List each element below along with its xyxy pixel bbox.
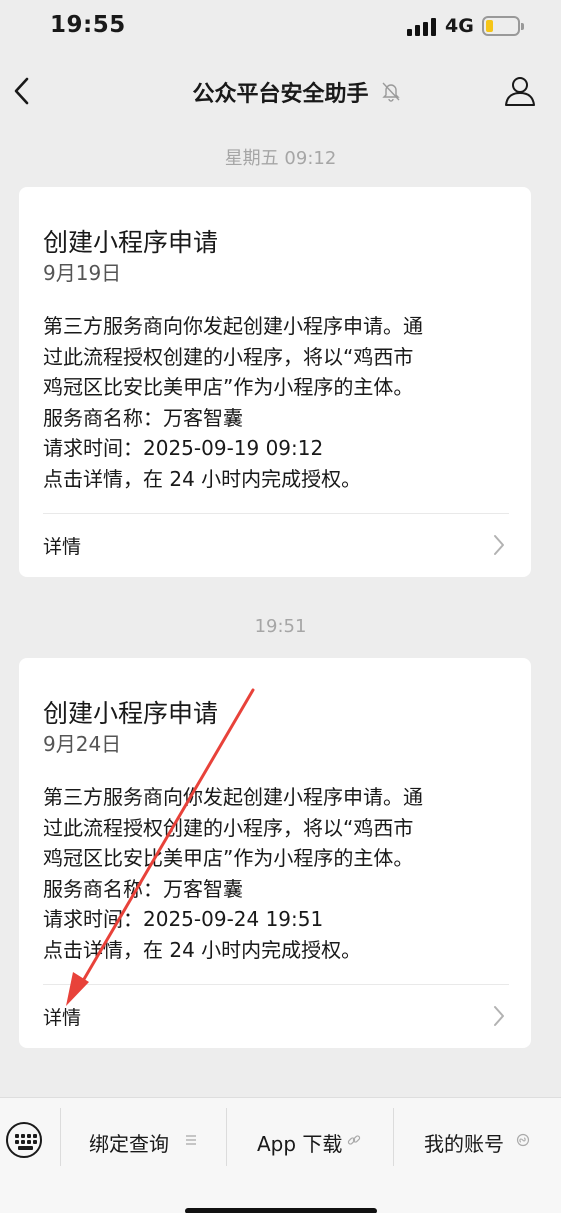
link-icon: [347, 1135, 361, 1145]
body-line: 服务商名称：万客智囊: [43, 876, 243, 901]
card-body: 第三方服务商向你发起创建小程序申请。通 过此流程授权创建的小程序，将以“鸡西市 …: [43, 311, 513, 494]
menu-item-binding-query[interactable]: 绑定查询: [60, 1108, 226, 1168]
detail-link[interactable]: 详情: [19, 514, 531, 576]
chevron-right-icon: [494, 1006, 504, 1026]
detail-label: 详情: [43, 1007, 82, 1029]
profile-icon[interactable]: [503, 74, 537, 108]
network-type: 4G: [445, 15, 474, 37]
message-timestamp: 19:51: [254, 616, 307, 637]
status-bar: 19:55 4G: [0, 0, 561, 56]
body-line: 服务商名称：万客智囊: [43, 405, 243, 430]
body-line: 鸡冠区比安比美甲店”作为小程序的主体。: [43, 375, 414, 399]
mute-bell-icon: [382, 82, 400, 102]
nav-bar: 公众平台安全助手: [0, 60, 561, 122]
body-line: 请求时间：2025-09-19 09:12: [43, 436, 324, 460]
message-timestamp: 星期五 09:12: [224, 148, 337, 169]
body-line: 过此流程授权创建的小程序，将以“鸡西市: [43, 344, 414, 369]
detail-link[interactable]: 详情: [19, 985, 531, 1047]
signal-icon: [407, 18, 437, 36]
body-line: 过此流程授权创建的小程序，将以“鸡西市: [43, 815, 414, 840]
body-line: 点击详情，在 24 小时内完成授权。: [43, 466, 362, 491]
menu-label: 我的账号: [424, 1132, 504, 1156]
card-title: 创建小程序申请: [43, 228, 219, 257]
card-date: 9月24日: [43, 732, 122, 756]
home-indicator: [185, 1208, 377, 1213]
menu-label: 绑定查询: [89, 1132, 169, 1156]
menu-item-my-account[interactable]: 我的账号: [393, 1108, 561, 1168]
body-line: 第三方服务商向你发起创建小程序申请。通: [43, 785, 423, 809]
body-line: 点击详情，在 24 小时内完成授权。: [43, 937, 362, 962]
body-line: 请求时间：2025-09-24 19:51: [43, 907, 324, 931]
menu-item-app-download[interactable]: App 下载: [226, 1108, 393, 1168]
body-line: 鸡冠区比安比美甲店”作为小程序的主体。: [43, 846, 414, 870]
card-body: 第三方服务商向你发起创建小程序申请。通 过此流程授权创建的小程序，将以“鸡西市 …: [43, 782, 513, 965]
card-date: 9月19日: [43, 261, 122, 285]
body-line: 第三方服务商向你发起创建小程序申请。通: [43, 314, 423, 338]
mini-program-icon: [516, 1133, 530, 1147]
chevron-right-icon: [494, 535, 504, 555]
message-card[interactable]: 创建小程序申请 9月24日 第三方服务商向你发起创建小程序申请。通 过此流程授权…: [19, 658, 531, 1048]
menu-label: App 下载: [257, 1132, 343, 1156]
status-time: 19:55: [50, 12, 126, 38]
list-icon: [186, 1135, 196, 1145]
page-title: 公众平台安全助手: [192, 82, 369, 107]
card-title: 创建小程序申请: [43, 699, 219, 728]
battery-icon: [482, 16, 524, 36]
detail-label: 详情: [43, 536, 82, 558]
message-card[interactable]: 创建小程序申请 9月19日 第三方服务商向你发起创建小程序申请。通 过此流程授权…: [19, 187, 531, 577]
bottom-menu: 绑定查询 App 下载 我的账号: [0, 1097, 561, 1213]
keyboard-icon[interactable]: [6, 1122, 42, 1158]
